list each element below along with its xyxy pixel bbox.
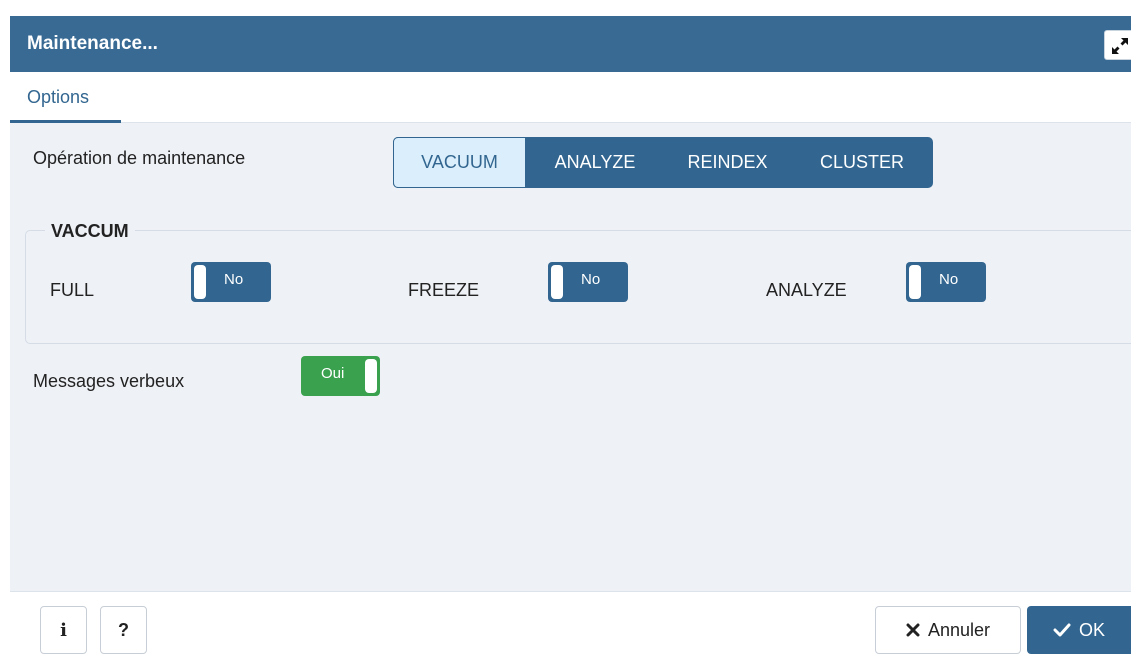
ok-button[interactable]: OK (1027, 606, 1131, 654)
switch-knob (551, 265, 563, 299)
verbose-messages-switch[interactable]: Oui (301, 356, 380, 396)
switch-knob (365, 359, 377, 393)
verbose-switch-value: Oui (321, 365, 345, 382)
full-switch-value: No (224, 271, 244, 288)
switch-knob (194, 265, 206, 299)
maximize-button[interactable] (1104, 30, 1131, 60)
cancel-button-label: Annuler (927, 619, 991, 640)
cancel-button[interactable]: Annuler (875, 606, 1021, 654)
analyze-label: ANALYZE (766, 280, 847, 300)
info-button[interactable]: i (40, 606, 87, 654)
operation-label: Opération de maintenance (33, 148, 246, 168)
operation-analyze-button[interactable]: ANALYZE (526, 137, 664, 188)
dialog-footer: i ? Annuler OK (10, 591, 1131, 660)
dialog-titlebar[interactable]: Maintenance... (10, 16, 1131, 72)
analyze-switch-value: No (939, 271, 959, 288)
info-icon: i (60, 619, 67, 641)
maintenance-dialog: Maintenance... Options Opération de main… (10, 16, 1131, 660)
full-label: FULL (50, 280, 95, 300)
operation-cluster-button[interactable]: CLUSTER (791, 137, 933, 188)
switch-knob (909, 265, 921, 299)
full-switch[interactable]: No (191, 262, 271, 302)
verbose-messages-label: Messages verbeux (33, 371, 185, 391)
close-icon (906, 623, 920, 637)
freeze-switch[interactable]: No (548, 262, 628, 302)
freeze-switch-value: No (581, 271, 601, 288)
expand-icon (1112, 38, 1128, 54)
tab-bar: Options (10, 72, 1131, 123)
help-icon: ? (118, 619, 129, 640)
operation-button-group: VACUUM ANALYZE REINDEX CLUSTER (393, 137, 933, 188)
vacuum-fieldset-legend: VACCUM (45, 221, 135, 242)
freeze-label: FREEZE (408, 280, 480, 300)
dialog-title: Maintenance... (27, 33, 158, 54)
tab-options[interactable]: Options (10, 72, 121, 123)
analyze-switch[interactable]: No (906, 262, 986, 302)
operation-vacuum-button[interactable]: VACUUM (393, 137, 526, 188)
ok-button-label: OK (1078, 619, 1105, 640)
checkmark-icon (1053, 623, 1071, 637)
help-button[interactable]: ? (100, 606, 147, 654)
operation-reindex-button[interactable]: REINDEX (664, 137, 791, 188)
